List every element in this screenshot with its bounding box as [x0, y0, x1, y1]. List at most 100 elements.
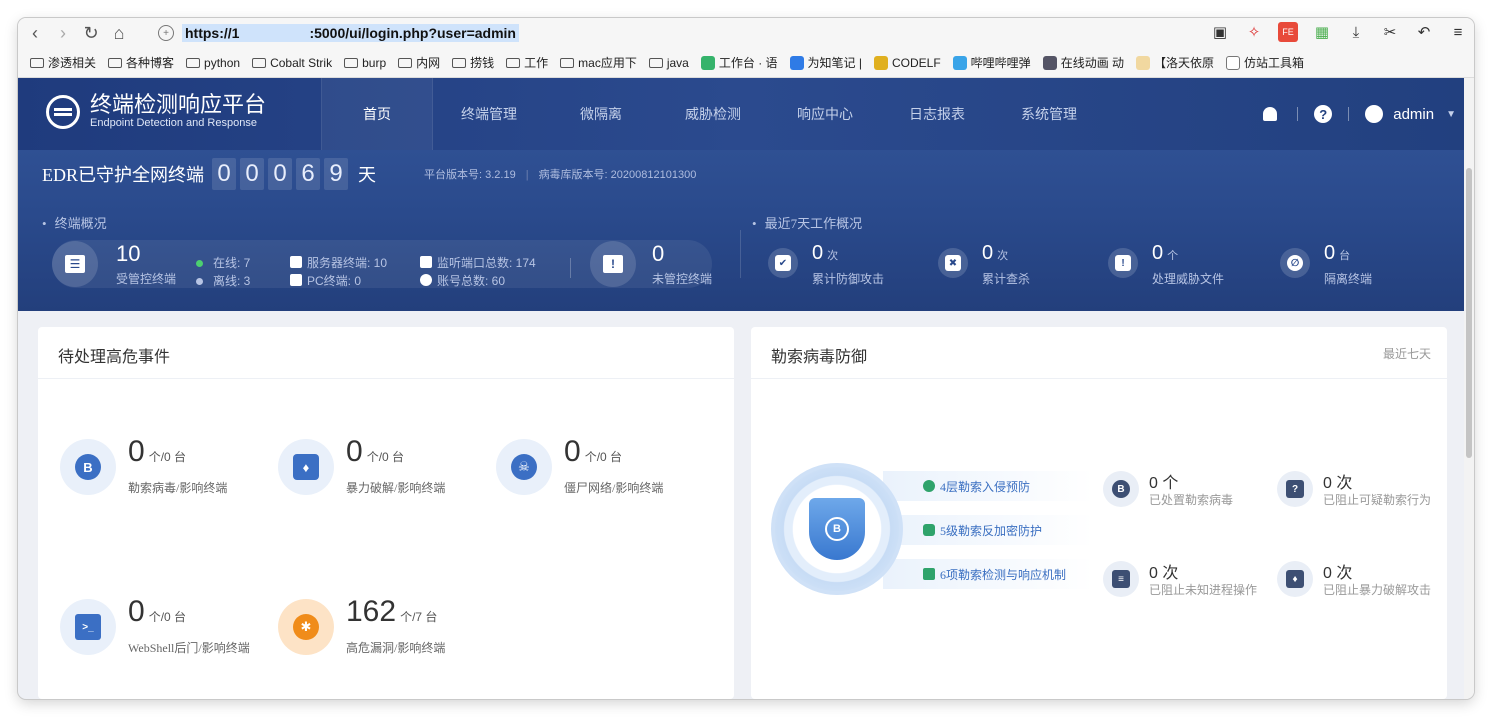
- url-text[interactable]: https://1 :5000/ui/login.php?user=admin: [182, 24, 519, 42]
- defense-layer-3[interactable]: 6项勒索检测与响应机制: [883, 559, 1093, 589]
- bookmark-item[interactable]: 工作台 · 语: [700, 54, 778, 71]
- version-info: 平台版本号: 3.2.19 | 病毒库版本号: 20200812101300: [424, 169, 697, 181]
- nav-system-management[interactable]: 系统管理: [993, 78, 1105, 150]
- week-stat-defended[interactable]: 0次: [812, 242, 838, 265]
- server-endpoints[interactable]: 服务器终端: 10: [290, 254, 387, 271]
- camera-icon[interactable]: ▣: [1210, 22, 1230, 42]
- site-info-icon[interactable]: +: [158, 25, 174, 41]
- bookmark-item[interactable]: 【洛天依原: [1136, 54, 1214, 71]
- bookmark-item[interactable]: 仿站工具箱: [1226, 54, 1304, 71]
- bookmark-item[interactable]: 为知笔记 |: [789, 54, 862, 71]
- event-ransomware[interactable]: B 0 个/0 台 勒索病毒/影响终端: [60, 435, 270, 499]
- stat-unknown-process-blocked[interactable]: ≡ 0 次 已阻止未知进程操作: [1103, 561, 1273, 601]
- event-webshell[interactable]: >_ 0 个/0 台 WebShell后门/影响终端: [60, 595, 270, 659]
- download-icon[interactable]: ⤓: [1346, 22, 1366, 42]
- bookmark-item[interactable]: 哔哩哔哩弹: [952, 54, 1031, 71]
- menu-icon[interactable]: ≡: [1448, 22, 1468, 42]
- offline-count[interactable]: 离线: 3: [196, 272, 250, 289]
- week-stat-files[interactable]: 0个: [1152, 242, 1178, 265]
- home-icon[interactable]: ⌂: [108, 22, 130, 44]
- virus-db-version: 病毒库版本号: 20200812101300: [538, 169, 697, 181]
- wiz-icon: [789, 55, 804, 70]
- bookmark-item[interactable]: burp: [344, 56, 386, 70]
- folder-icon: [30, 57, 44, 68]
- help-icon[interactable]: ?: [1314, 105, 1333, 123]
- week-stat-isolated[interactable]: 0台: [1324, 242, 1350, 265]
- app-logo[interactable]: 终端检测响应平台 Endpoint Detection and Response: [46, 94, 266, 130]
- nav-home[interactable]: 首页: [321, 78, 433, 150]
- days-title: EDR已守护全网终端: [42, 165, 204, 185]
- bookmark-item[interactable]: 内网: [398, 54, 440, 71]
- bookmark-item[interactable]: 在线动画 动: [1042, 54, 1124, 71]
- undo-icon[interactable]: ↶: [1414, 22, 1434, 42]
- skull-icon: ☠: [496, 439, 552, 495]
- online-count[interactable]: 在线: 7: [196, 254, 250, 271]
- scrollbar-thumb[interactable]: [1466, 168, 1472, 458]
- bell-icon[interactable]: [1263, 107, 1278, 121]
- back-icon[interactable]: ‹: [24, 22, 46, 44]
- managed-count[interactable]: 10: [116, 241, 140, 267]
- high-risk-events-card: 待处理高危事件 B 0 个/0 台 勒索病毒/影响终端 ♦ 0 个/0 台 暴力破解…: [38, 327, 734, 699]
- listen-ports[interactable]: 监听端口总数: 174: [420, 254, 536, 271]
- day-digit: 6: [296, 158, 320, 190]
- forward-icon[interactable]: ›: [52, 22, 74, 44]
- bookmark-item[interactable]: python: [186, 56, 240, 70]
- bookmark-item[interactable]: CODELF: [873, 55, 941, 70]
- nav-response-center[interactable]: 响应中心: [769, 78, 881, 150]
- shield-icon: B: [809, 498, 865, 560]
- page-scrollbar[interactable]: [1464, 78, 1474, 699]
- scan-icon: ✖: [938, 248, 968, 278]
- unmanaged-endpoint-icon: !: [590, 241, 636, 287]
- event-count: 0 个/0 台: [128, 435, 187, 468]
- reload-icon[interactable]: ↻: [80, 22, 102, 44]
- scissors-icon[interactable]: ✂: [1380, 22, 1400, 42]
- unmanaged-count[interactable]: 0: [652, 241, 664, 267]
- card-title: 勒索病毒防御: [771, 349, 868, 366]
- user-avatar-icon[interactable]: [1365, 105, 1384, 123]
- folder-icon: [506, 57, 521, 68]
- nav-micro-segmentation[interactable]: 微隔离: [545, 78, 657, 150]
- event-vulnerability[interactable]: ✱ 162 个/7 台 高危漏洞/影响终端: [278, 595, 488, 659]
- question-icon: ?: [1277, 471, 1313, 507]
- chevron-down-icon[interactable]: ▼: [1446, 109, 1456, 120]
- stat-brute-force-blocked[interactable]: ♦ 0 次 已阻止暴力破解攻击: [1277, 561, 1447, 601]
- server-icon: [290, 256, 302, 268]
- time-range[interactable]: 最近七天: [1383, 345, 1431, 362]
- managed-label: 受管控终端: [116, 272, 177, 286]
- week-overview-label: 最近7天工作概况: [752, 213, 863, 232]
- address-bar[interactable]: + https://1 :5000/ui/login.php?user=admi…: [158, 22, 1198, 44]
- pc-endpoints[interactable]: PC终端: 0: [290, 272, 361, 289]
- page-icon: [1226, 55, 1241, 70]
- bitcoin-icon: B: [1103, 471, 1139, 507]
- bookmark-item[interactable]: java: [648, 56, 689, 70]
- nav-log-reports[interactable]: 日志报表: [881, 78, 993, 150]
- event-botnet[interactable]: ☠ 0 个/0 台 僵尸网络/影响终端: [496, 435, 706, 499]
- week-stat-killed[interactable]: 0次: [982, 242, 1008, 265]
- defense-layer-1[interactable]: 4层勒索入侵预防: [883, 471, 1093, 501]
- username[interactable]: admin: [1393, 106, 1434, 123]
- day-digit: 0: [212, 158, 236, 190]
- bookmark-item[interactable]: 捞钱: [452, 54, 494, 71]
- bookmarks-bar: 渗透相关 各种博客 python Cobalt Strik burp 内网 捞钱…: [18, 48, 1474, 78]
- fe-extension-icon[interactable]: FE: [1278, 22, 1298, 42]
- extension-icon[interactable]: ✧: [1244, 22, 1264, 42]
- bookmark-item[interactable]: 渗透相关: [30, 54, 96, 71]
- bookmark-item[interactable]: 各种博客: [108, 54, 174, 71]
- bookmark-item[interactable]: mac应用下: [560, 54, 637, 71]
- account-total[interactable]: 账号总数: 60: [420, 272, 505, 289]
- qr-code-icon[interactable]: ▦: [1312, 22, 1332, 42]
- event-brute-force[interactable]: ♦ 0 个/0 台 暴力破解/影响终端: [278, 435, 488, 499]
- card-header: 待处理高危事件: [38, 327, 734, 379]
- stat-ransomware-handled[interactable]: B 0 个 已处置勒索病毒: [1103, 471, 1273, 511]
- defense-layer-2[interactable]: 5级勒索反加密防护: [883, 515, 1093, 545]
- browser-extensions: ▣ ✧ FE ▦ ⤓ ✂ ↶ ≡: [1210, 22, 1468, 42]
- nav-threat-detection[interactable]: 威胁检测: [657, 78, 769, 150]
- folder-icon: [452, 57, 467, 68]
- week-stat-killed-label: 累计查杀: [982, 272, 1031, 286]
- lock-icon: ♦: [278, 439, 334, 495]
- event-label: 高危漏洞/影响终端: [346, 641, 446, 655]
- stat-suspicious-blocked[interactable]: ? 0 次 已阻止可疑勒索行为: [1277, 471, 1447, 511]
- nav-endpoint-management[interactable]: 终端管理: [433, 78, 545, 150]
- bookmark-item[interactable]: Cobalt Strik: [252, 56, 332, 70]
- bookmark-item[interactable]: 工作: [506, 54, 548, 71]
